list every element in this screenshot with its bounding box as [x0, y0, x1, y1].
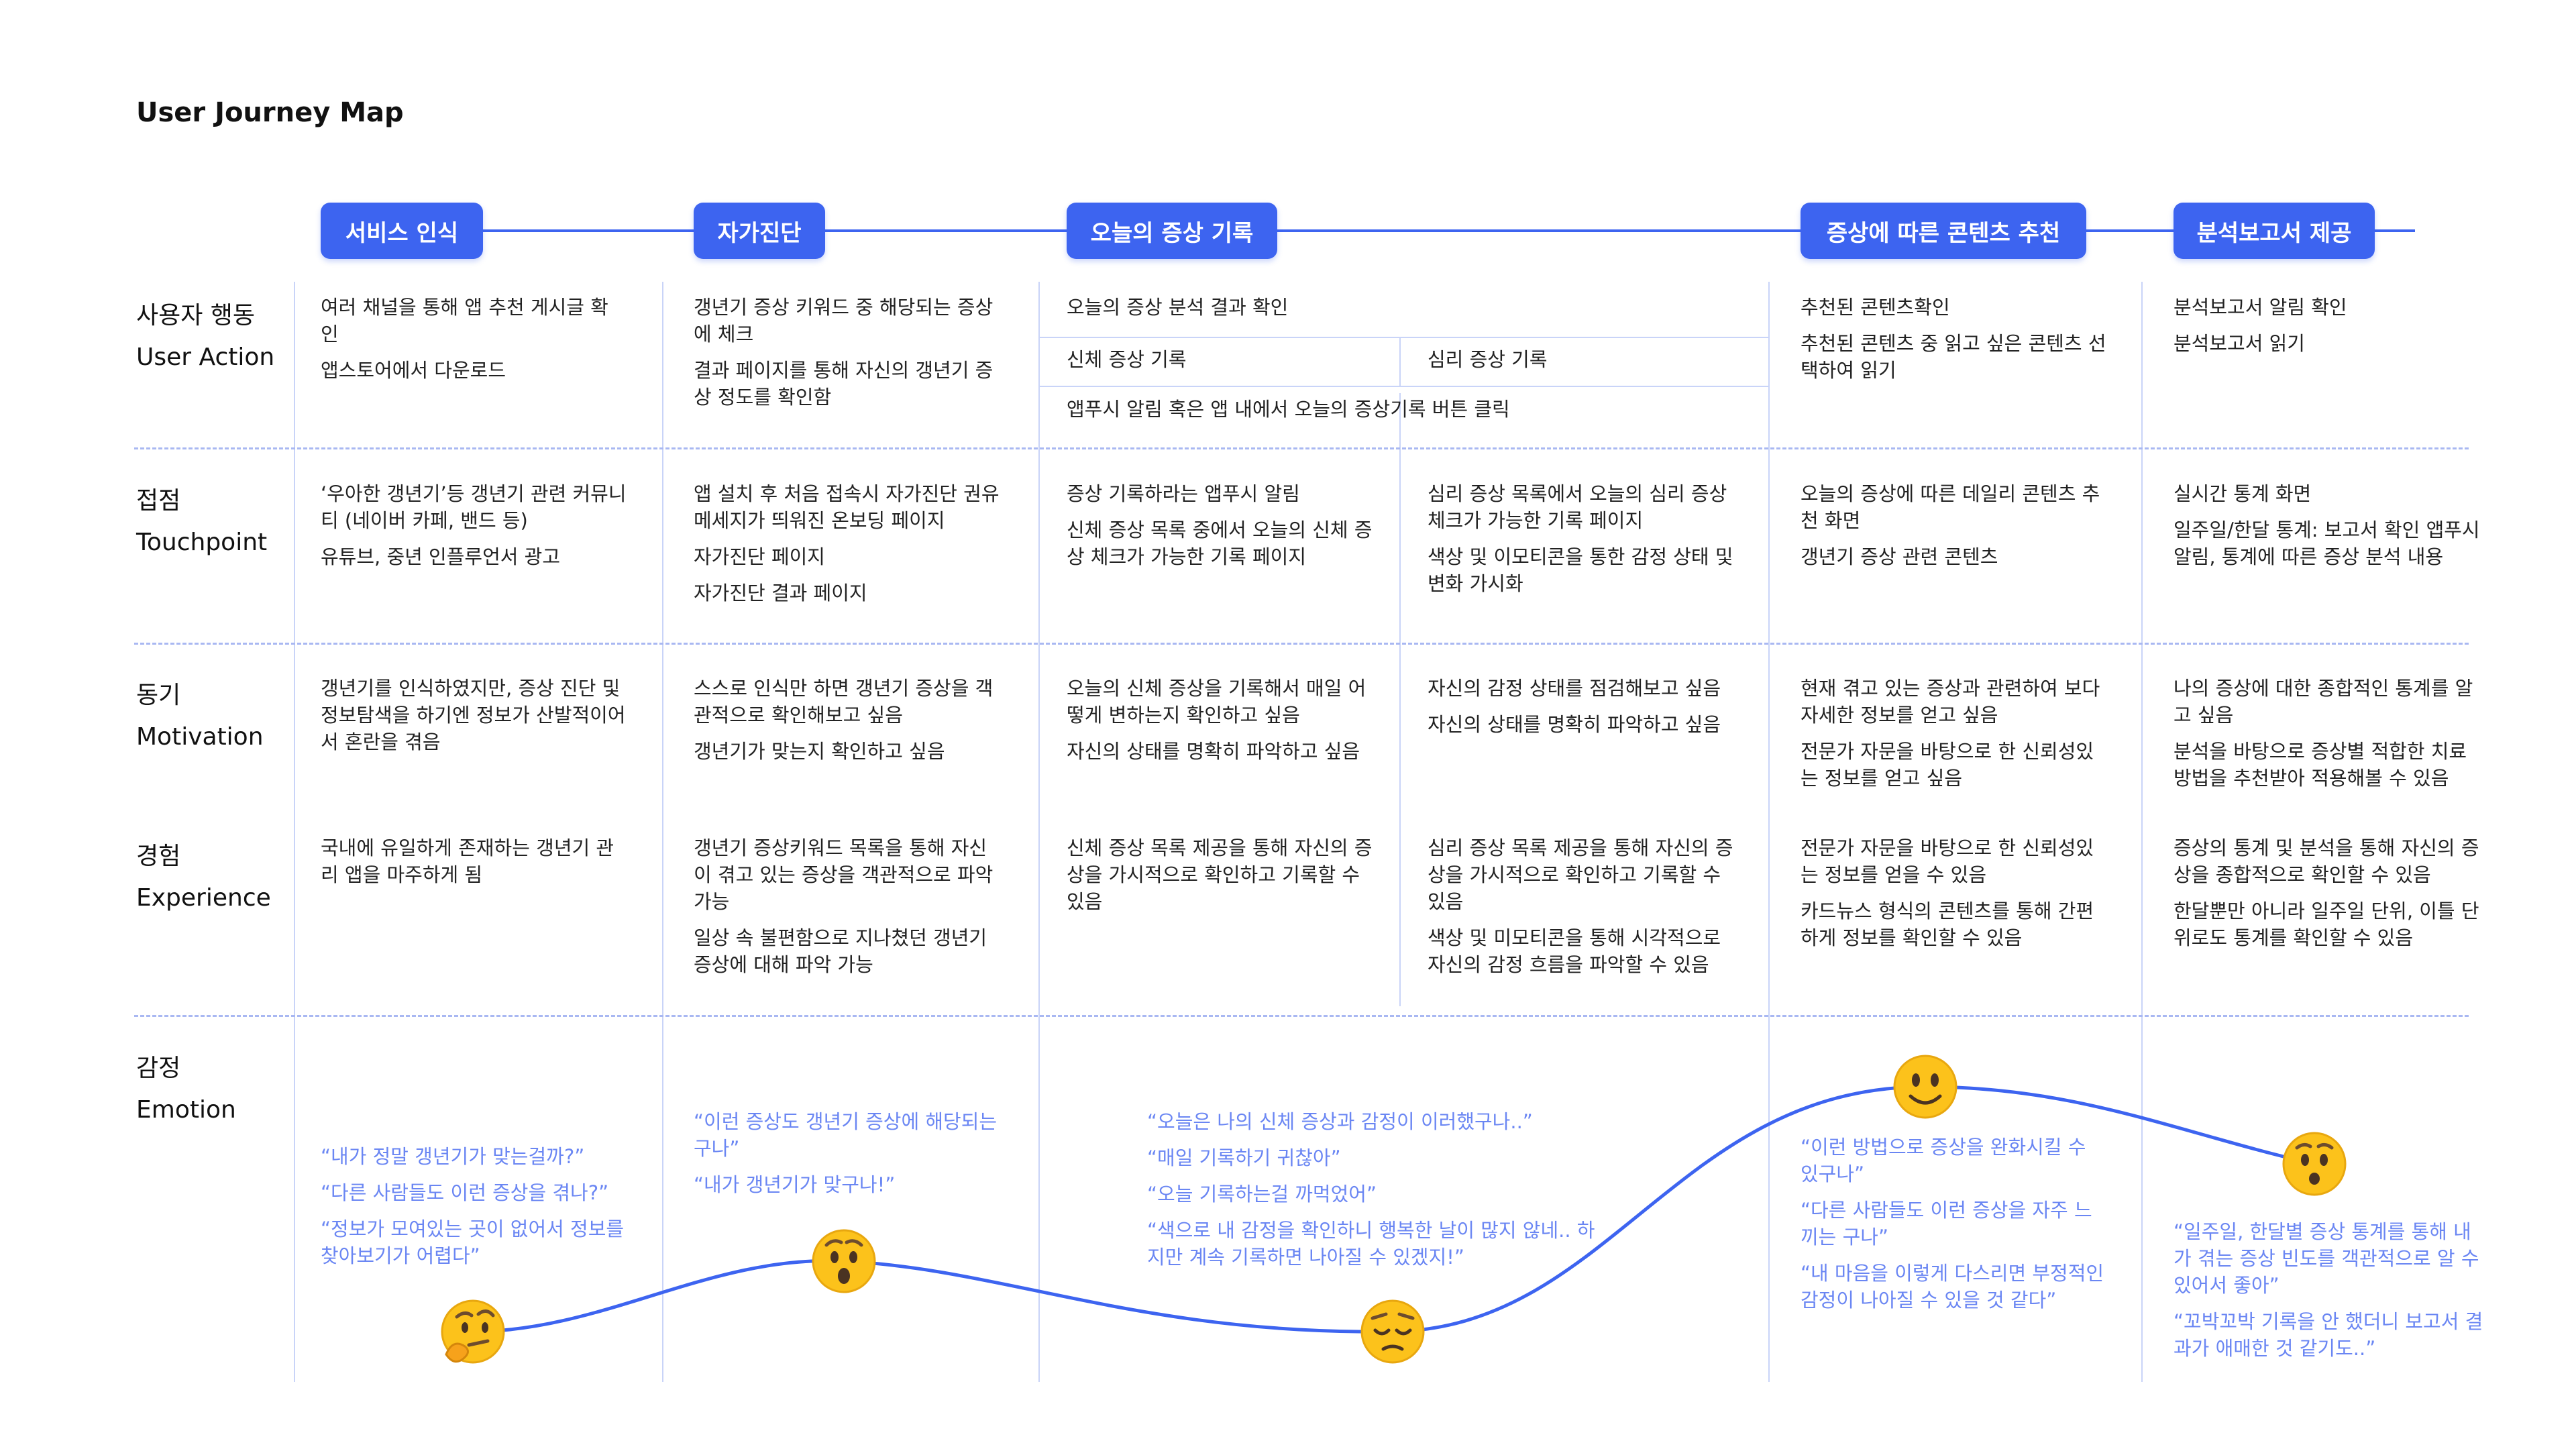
- emotion-quote: “일주일, 한달별 증상 통계를 통해 내가 겪는 증상 빈도를 객관적으로 알…: [2174, 1220, 2479, 1297]
- hushed-face-icon: [812, 1229, 876, 1293]
- emotion-quote: “내가 갱년기가 맞구나!”: [694, 1173, 896, 1196]
- emotion-quotes: “오늘은 나의 신체 증상과 감정이 이러했구나..” “매일 기록하기 귀찮아…: [1147, 1108, 1603, 1280]
- emotion-quotes: “이런 방법으로 증상을 완화시킬 수 있구나” “다른 사람들도 이런 증상을…: [1801, 1134, 2109, 1323]
- emotion-quotes: “이런 증상도 갱년기 증상에 해당되는구나” “내가 갱년기가 맞구나!”: [694, 1108, 1009, 1208]
- emotion-quote: “오늘은 나의 신체 증상과 감정이 이러했구나..”: [1147, 1110, 1533, 1133]
- emotion-quote: “색으로 내 감정을 확인하니 행복한 날이 많지 않네.. 하지만 계속 기록…: [1147, 1219, 1595, 1269]
- emotion-quote: “이런 증상도 갱년기 증상에 해당되는구나”: [694, 1110, 998, 1160]
- emotion-quote: “내가 정말 갱년기가 맞는걸까?”: [321, 1145, 585, 1168]
- emotion-quotes: “내가 정말 갱년기가 맞는걸까?” “다른 사람들도 이런 증상을 겪나?” …: [321, 1143, 629, 1279]
- thinking-face-icon: [441, 1299, 505, 1364]
- emotion-quote: “매일 기록하기 귀찮아”: [1147, 1146, 1341, 1169]
- emotion-quote: “오늘 기록하는걸 까먹었어”: [1147, 1183, 1377, 1205]
- emotion-quote: “정보가 모여있는 곳이 없어서 정보를 찾아보기가 어렵다”: [321, 1218, 625, 1267]
- surprised-face-icon: [2282, 1132, 2347, 1196]
- emotion-quote: “이런 방법으로 증상을 완화시킬 수 있구나”: [1801, 1136, 2086, 1185]
- emotion-quote: “꼬박꼬박 기록을 안 했더니 보고서 결과가 애매한 것 같기도..”: [2174, 1310, 2483, 1360]
- emotion-quote: “내 마음을 이렇게 다스리면 부정적인 감정이 나아질 수 있을 것 같다”: [1801, 1262, 2104, 1311]
- emotion-quote: “다른 사람들도 이런 증상을 겪나?”: [321, 1181, 609, 1204]
- smiling-face-icon: [1893, 1055, 1957, 1119]
- pensive-face-icon: [1360, 1299, 1425, 1364]
- emotion-quote: “다른 사람들도 이런 증상을 자주 느끼는 구나”: [1801, 1199, 2092, 1248]
- emotion-quotes: “일주일, 한달별 증상 통계를 통해 내가 겪는 증상 빈도를 객관적으로 알…: [2174, 1218, 2489, 1371]
